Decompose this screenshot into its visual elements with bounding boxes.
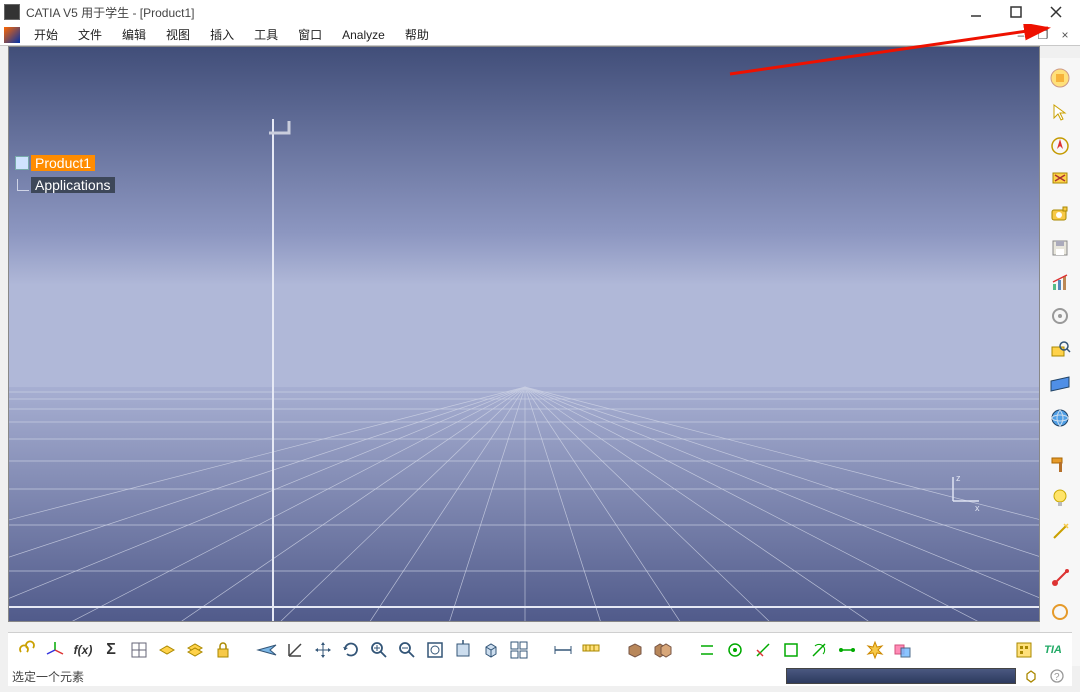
workspace: Product1 Applications z x xyxy=(8,46,1040,622)
constraint6-icon[interactable] xyxy=(834,637,860,663)
compass-icon[interactable] xyxy=(1046,132,1074,160)
menu-start[interactable]: 开始 xyxy=(24,24,68,45)
measure1-icon[interactable] xyxy=(550,637,576,663)
constraint4-icon[interactable] xyxy=(778,637,804,663)
rotate-icon[interactable] xyxy=(338,637,364,663)
maximize-button[interactable] xyxy=(996,0,1036,24)
save-icon[interactable] xyxy=(1046,234,1074,262)
viewport-3d[interactable] xyxy=(9,47,1040,622)
layer2-icon[interactable] xyxy=(182,637,208,663)
menu-view[interactable]: 视图 xyxy=(156,24,200,45)
titlebar: CATIA V5 用于学生 - [Product1] xyxy=(0,0,1080,24)
tree-branch-icon xyxy=(17,179,29,191)
statusbar: 选定一个元素 ? xyxy=(8,666,1072,686)
blue-sheet-icon[interactable] xyxy=(1046,370,1074,398)
probe-red-icon[interactable] xyxy=(1046,564,1074,592)
svg-text:?: ? xyxy=(1054,672,1060,683)
move-icon[interactable] xyxy=(310,637,336,663)
tia-icon[interactable]: TIA xyxy=(1040,637,1066,663)
constraint2-icon[interactable] xyxy=(722,637,748,663)
search-layer-icon[interactable] xyxy=(1046,336,1074,364)
fx-icon[interactable]: f(x) xyxy=(70,637,96,663)
node-icon[interactable] xyxy=(1046,302,1074,330)
explode-icon[interactable] xyxy=(862,637,888,663)
tree-root-node[interactable]: Product1 xyxy=(15,155,115,171)
wand-icon[interactable] xyxy=(1046,518,1074,546)
menu-tools[interactable]: 工具 xyxy=(244,24,288,45)
close-button[interactable] xyxy=(1036,0,1076,24)
doc-restore-button[interactable]: ❐ xyxy=(1032,28,1054,42)
select-arrow-icon[interactable] xyxy=(1046,98,1074,126)
menu-file[interactable]: 文件 xyxy=(68,24,112,45)
axis3-icon[interactable] xyxy=(42,637,68,663)
svg-text:z: z xyxy=(956,473,961,483)
fit-icon[interactable] xyxy=(422,637,448,663)
zoom-out-icon[interactable] xyxy=(394,637,420,663)
part2-icon[interactable] xyxy=(650,637,676,663)
menu-help[interactable]: 帮助 xyxy=(395,24,439,45)
axis-compass[interactable]: z x xyxy=(945,471,985,511)
plane-fly-icon[interactable] xyxy=(254,637,280,663)
minimize-button[interactable] xyxy=(956,0,996,24)
constraint1-icon[interactable] xyxy=(694,637,720,663)
menu-edit[interactable]: 编辑 xyxy=(112,24,156,45)
sigma-icon[interactable]: Σ xyxy=(98,637,124,663)
svg-text:x: x xyxy=(975,503,980,511)
catalog-icon[interactable] xyxy=(1012,637,1038,663)
spec-tree[interactable]: Product1 Applications xyxy=(15,155,115,199)
menubar: 开始 文件 编辑 视图 插入 工具 窗口 Analyze 帮助 – ❐ × xyxy=(0,24,1080,46)
tree-child-node[interactable]: Applications xyxy=(15,177,115,193)
plane-guide xyxy=(269,121,299,141)
grid-icon[interactable] xyxy=(126,637,152,663)
status-text: 选定一个元素 xyxy=(12,668,84,685)
axis-icon[interactable] xyxy=(282,637,308,663)
bottom-toolbar: f(x) Σ TIA xyxy=(8,632,1072,666)
workbench-icon[interactable] xyxy=(1046,64,1074,92)
menu-insert[interactable]: 插入 xyxy=(200,24,244,45)
status-cube-icon[interactable] xyxy=(1020,667,1042,685)
cube-icon[interactable] xyxy=(478,637,504,663)
status-help-icon[interactable]: ? xyxy=(1046,667,1068,685)
measure2-icon[interactable] xyxy=(578,637,604,663)
layer1-icon[interactable] xyxy=(154,637,180,663)
bulb-icon[interactable] xyxy=(1046,484,1074,512)
constraint3-icon[interactable] xyxy=(750,637,776,663)
view-normal-icon[interactable] xyxy=(450,637,476,663)
zoom-in-icon[interactable] xyxy=(366,637,392,663)
app-icon xyxy=(4,4,20,20)
constraint5-icon[interactable] xyxy=(806,637,832,663)
lock-icon[interactable] xyxy=(210,637,236,663)
blue-globe-icon[interactable] xyxy=(1046,404,1074,432)
hammer-icon[interactable] xyxy=(1046,450,1074,478)
window-title: CATIA V5 用于学生 - [Product1] xyxy=(26,4,956,21)
chain-icon[interactable] xyxy=(14,637,40,663)
menu-analyze[interactable]: Analyze xyxy=(332,26,395,44)
menu-window[interactable]: 窗口 xyxy=(288,24,332,45)
circle-icon[interactable] xyxy=(1046,598,1074,626)
doc-close-button[interactable]: × xyxy=(1054,28,1076,42)
tree-child-label: Applications xyxy=(31,177,115,193)
right-toolbar xyxy=(1040,58,1080,666)
multiview-icon[interactable] xyxy=(506,637,532,663)
doc-minimize-button[interactable]: – xyxy=(1010,28,1032,42)
status-input-box[interactable] xyxy=(786,668,1016,684)
product-icon xyxy=(15,156,29,170)
clash-icon[interactable] xyxy=(890,637,916,663)
part1-icon[interactable] xyxy=(622,637,648,663)
stats-icon[interactable] xyxy=(1046,268,1074,296)
annotation-flag-icon[interactable] xyxy=(1046,166,1074,194)
start-icon[interactable] xyxy=(4,27,20,43)
camera-icon[interactable] xyxy=(1046,200,1074,228)
tree-root-label: Product1 xyxy=(31,155,95,171)
